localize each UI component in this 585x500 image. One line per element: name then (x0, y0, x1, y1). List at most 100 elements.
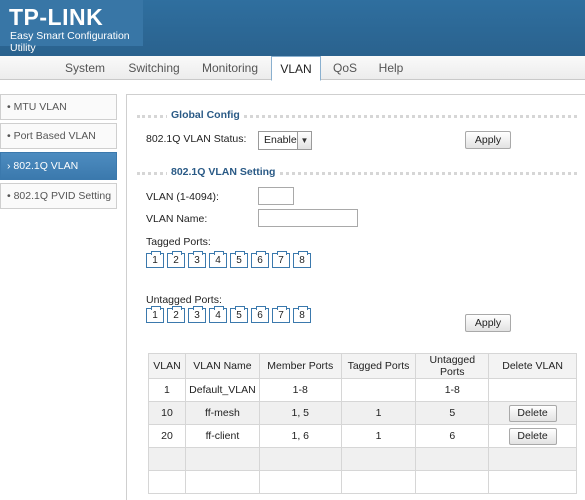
bullet-icon: • (7, 130, 14, 142)
menu-item-mtu-vlan[interactable]: • MTU VLAN (0, 94, 117, 120)
vlan-id-cell: 20 (148, 424, 186, 448)
delete-cell: Delete (488, 401, 577, 425)
column-header: Tagged Ports (340, 353, 417, 379)
port-number: 3 (194, 255, 200, 266)
vlan-name-label: VLAN Name: (146, 213, 208, 225)
port-number: 5 (236, 255, 242, 266)
untagged-ports-cell (415, 447, 490, 471)
untagged-port-2[interactable]: 2 (167, 306, 185, 323)
vlan-name-cell: Default_VLAN (184, 378, 260, 402)
main-tab-bar: System Switching Monitoring VLAN QoS Hel… (0, 56, 585, 81)
column-header: Member Ports (258, 353, 342, 379)
delete-cell (488, 378, 577, 402)
delete-cell (488, 470, 577, 494)
vlan-id-input[interactable] (258, 187, 294, 205)
port-number: 3 (194, 310, 200, 321)
vlan-status-label: 802.1Q VLAN Status: (146, 133, 247, 145)
untagged-port-3[interactable]: 3 (188, 306, 206, 323)
table-row: 20 ff-client 1, 6 1 6 Delete (148, 424, 577, 448)
vlan-name-cell: ff-client (184, 424, 260, 448)
untagged-ports-cell (415, 470, 490, 494)
table-row: 1 Default_VLAN 1-8 1-8 (148, 378, 577, 402)
menu-item-label: Port Based VLAN (13, 130, 96, 142)
tagged-port-2[interactable]: 2 (167, 251, 185, 268)
untagged-port-4[interactable]: 4 (209, 306, 227, 323)
menu-item-label: 802.1Q VLAN (13, 160, 79, 172)
tagged-port-5[interactable]: 5 (230, 251, 248, 268)
vlan-id-cell (148, 470, 186, 494)
vlan-status-select[interactable]: Enable ▼ (258, 131, 312, 150)
table-header-row: VLAN VLAN Name Member Ports Tagged Ports… (148, 353, 577, 379)
delete-vlan-button[interactable]: Delete (508, 427, 557, 445)
tagged-ports-cell (340, 470, 417, 494)
vlan-name-cell (184, 470, 260, 494)
tab-monitoring[interactable]: Monitoring (191, 56, 269, 80)
tagged-port-4[interactable]: 4 (209, 251, 227, 268)
tagged-ports-cell (340, 378, 417, 402)
global-apply-button[interactable]: Apply (465, 131, 511, 149)
global-config-title: Global Config (167, 109, 244, 121)
column-header: VLAN Name (184, 353, 260, 379)
tab-vlan[interactable]: VLAN (271, 56, 321, 81)
member-ports-cell: 1, 5 (258, 401, 342, 425)
tab-system[interactable]: System (52, 56, 118, 80)
table-row (148, 447, 577, 471)
tab-help[interactable]: Help (369, 56, 413, 80)
tagged-ports-label: Tagged Ports: (146, 236, 211, 248)
vlan-apply-button[interactable]: Apply (465, 314, 511, 332)
tagged-port-1[interactable]: 1 (146, 251, 164, 268)
column-header: VLAN (148, 353, 186, 379)
table-row: 10 ff-mesh 1, 5 1 5 Delete (148, 401, 577, 425)
port-number: 2 (173, 310, 179, 321)
untagged-port-6[interactable]: 6 (251, 306, 269, 323)
column-header: Untagged Ports (415, 353, 490, 379)
app-header: TP-LINK Easy Smart Configuration Utility (0, 0, 585, 56)
untagged-ports-cell: 5 (415, 401, 490, 425)
vlan-name-input[interactable] (258, 209, 358, 227)
port-number: 7 (278, 255, 284, 266)
tagged-port-3[interactable]: 3 (188, 251, 206, 268)
vlan-id-cell: 10 (148, 401, 186, 425)
untagged-ports-label: Untagged Ports: (146, 294, 222, 306)
content-panel: Global Config 802.1Q VLAN Status: Enable… (126, 94, 585, 500)
tab-switching[interactable]: Switching (119, 56, 189, 80)
bullet-icon: • (7, 190, 14, 202)
tp-link-logo: TP-LINK (9, 4, 104, 30)
tagged-port-6[interactable]: 6 (251, 251, 269, 268)
delete-cell: Delete (488, 424, 577, 448)
port-number: 8 (299, 255, 305, 266)
member-ports-cell: 1-8 (258, 378, 342, 402)
delete-vlan-button[interactable]: Delete (508, 404, 557, 422)
vlan-setting-title: 802.1Q VLAN Setting (167, 166, 280, 178)
untagged-ports-cell: 6 (415, 424, 490, 448)
vlan-id-cell: 1 (148, 378, 186, 402)
vlan-name-cell: ff-mesh (184, 401, 260, 425)
tagged-ports-cell: 1 (340, 424, 417, 448)
port-number: 4 (215, 310, 221, 321)
untagged-port-8[interactable]: 8 (293, 306, 311, 323)
menu-item-pvid-setting[interactable]: • 802.1Q PVID Setting (0, 183, 117, 209)
port-number: 6 (257, 255, 263, 266)
untagged-port-7[interactable]: 7 (272, 306, 290, 323)
vlan-id-cell (148, 447, 186, 471)
tagged-port-7[interactable]: 7 (272, 251, 290, 268)
tab-qos[interactable]: QoS (323, 56, 367, 80)
member-ports-cell (258, 470, 342, 494)
menu-item-label: 802.1Q PVID Setting (13, 190, 112, 202)
vlan-table: VLAN VLAN Name Member Ports Tagged Ports… (148, 353, 577, 494)
menu-item-8021q-vlan[interactable]: › 802.1Q VLAN (0, 152, 117, 180)
untagged-port-1[interactable]: 1 (146, 306, 164, 323)
vlan-name-cell (184, 447, 260, 471)
port-number: 2 (173, 255, 179, 266)
tagged-ports-cell (340, 447, 417, 471)
logo-area: TP-LINK Easy Smart Configuration Utility (0, 0, 143, 54)
table-row (148, 470, 577, 494)
tagged-port-8[interactable]: 8 (293, 251, 311, 268)
delete-cell (488, 447, 577, 471)
tagged-ports-cell: 1 (340, 401, 417, 425)
vlan-id-label: VLAN (1-4094): (146, 191, 219, 203)
untagged-port-5[interactable]: 5 (230, 306, 248, 323)
dropdown-arrow-icon: ▼ (297, 132, 311, 149)
menu-item-port-based-vlan[interactable]: • Port Based VLAN (0, 123, 117, 149)
untagged-ports-cell: 1-8 (415, 378, 490, 402)
